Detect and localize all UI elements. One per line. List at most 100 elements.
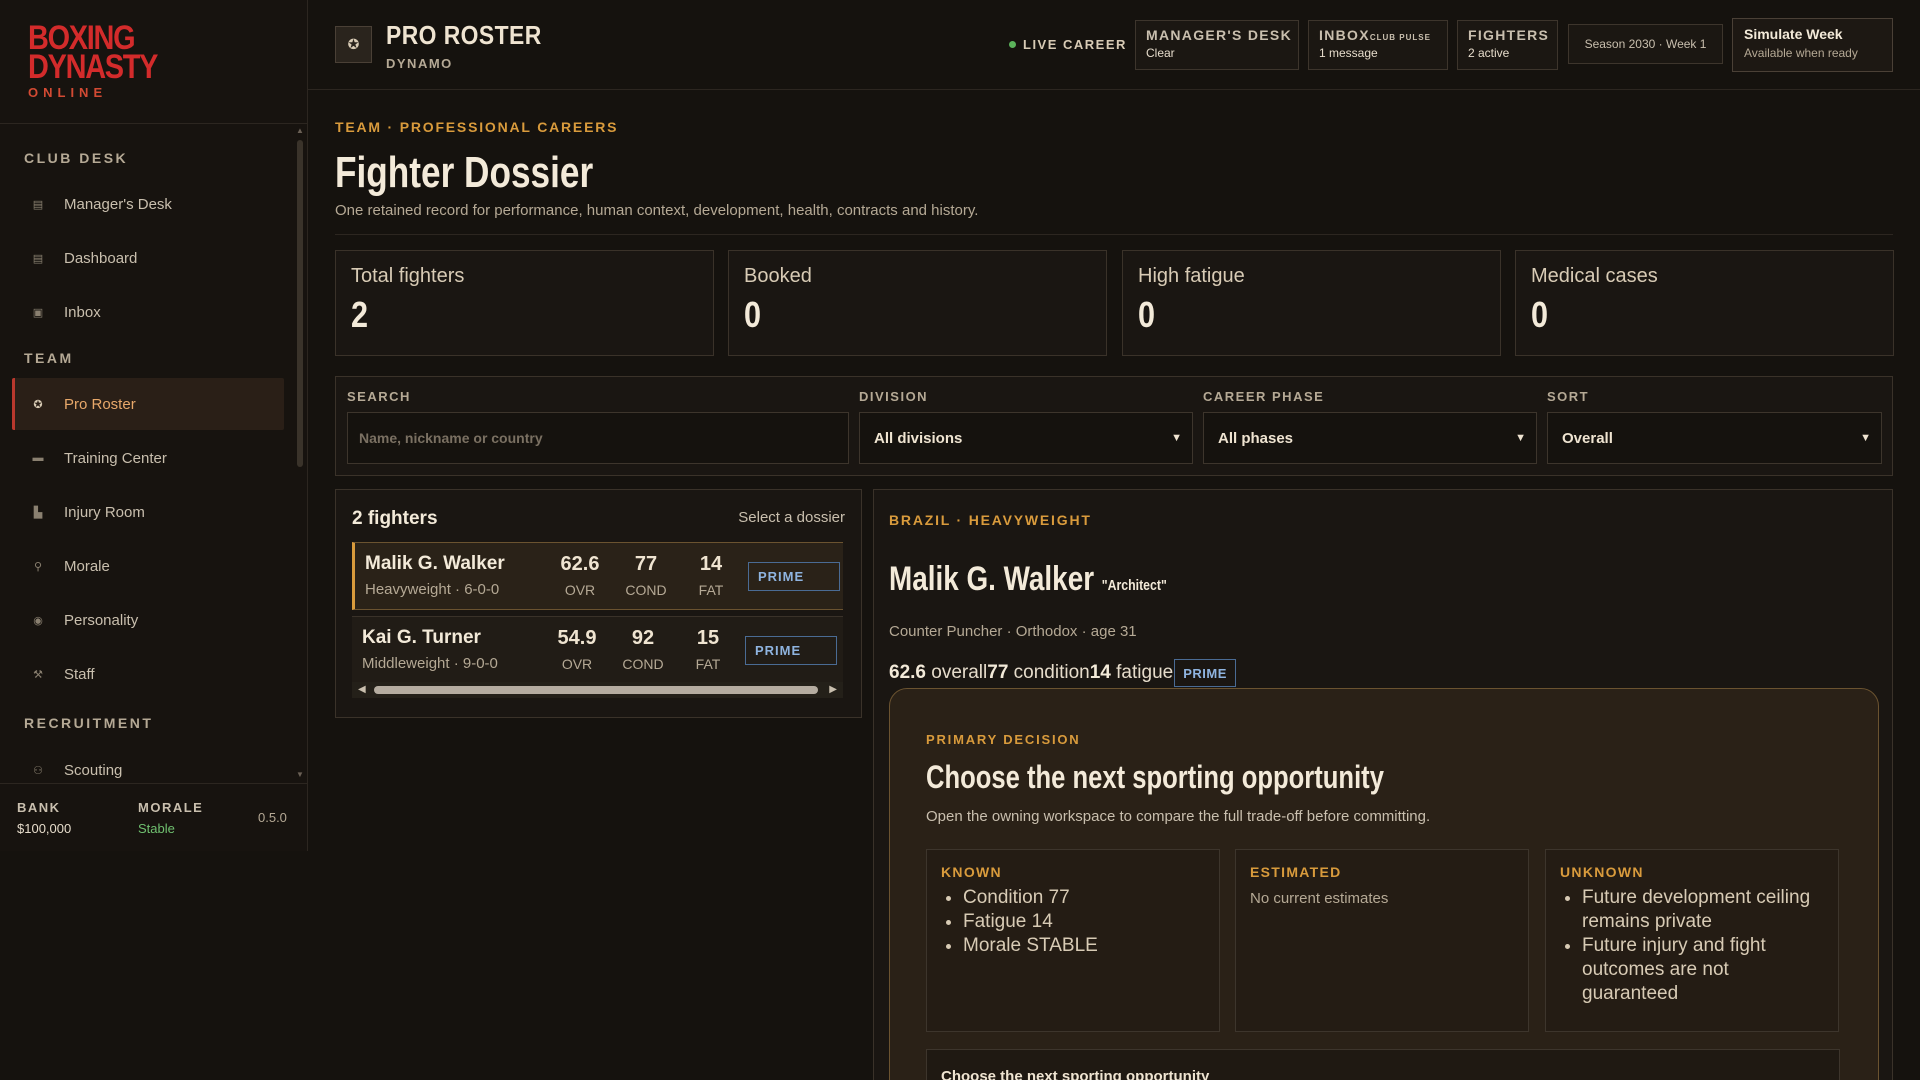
ovr-label: OVR bbox=[561, 656, 593, 672]
estimated-text: No current estimates bbox=[1250, 890, 1389, 907]
scouting-icon: ⚇ bbox=[33, 764, 43, 777]
fat-label: FAT bbox=[698, 582, 724, 598]
fatigue-label: fatigue bbox=[1116, 662, 1174, 683]
desk-icon: ▤ bbox=[32, 198, 44, 211]
sidebar-item-label: Manager's Desk bbox=[64, 195, 172, 213]
scroll-down-arrow-icon[interactable]: ▼ bbox=[296, 770, 304, 779]
list-item: Morale STABLE bbox=[963, 934, 1205, 958]
fighter-summary-stats: 62.6 overall 77 condition 14 fatigue PRI… bbox=[889, 659, 1236, 687]
season-indicator: Season 2030 · Week 1 bbox=[1568, 24, 1723, 64]
fighter-cond: 77 bbox=[634, 553, 658, 575]
sort-value: Overall bbox=[1562, 429, 1613, 447]
fighter-fat: 14 bbox=[699, 553, 723, 575]
list-item: Fatigue 14 bbox=[963, 910, 1205, 934]
known-list: Condition 77 Fatigue 14 Morale STABLE bbox=[941, 886, 1205, 958]
ovr-label: OVR bbox=[564, 582, 596, 598]
injury-icon: ▙ bbox=[33, 506, 43, 519]
dashboard-icon: ▤ bbox=[32, 252, 44, 265]
list-item: Condition 77 bbox=[963, 886, 1205, 910]
fighter-name-heading: Malik G. Walker "Architect" bbox=[889, 560, 1167, 599]
known-title: KNOWN bbox=[941, 864, 1002, 880]
roster-list-panel: 2 fighters Select a dossier Malik G. Wal… bbox=[335, 489, 862, 718]
roster-horizontal-scrollbar[interactable]: ◀ ▶ bbox=[352, 682, 843, 698]
sidebar-item-label: Scouting bbox=[64, 761, 123, 779]
fighter-row[interactable]: Kai G. Turner Middleweight · 9-0-0 54.9 … bbox=[352, 616, 843, 684]
page-eyebrow: TEAM · PROFESSIONAL CAREERS bbox=[335, 119, 619, 135]
fighter-cond: 92 bbox=[631, 627, 655, 649]
fighters-status: 2 active bbox=[1468, 46, 1510, 60]
sidebar-scrollbar[interactable] bbox=[297, 140, 303, 467]
sidebar-item-managers-desk[interactable]: ▤ Manager's Desk bbox=[12, 178, 284, 230]
chevron-down-icon: ▼ bbox=[1860, 432, 1871, 444]
estimated-card: ESTIMATED No current estimates bbox=[1235, 849, 1529, 1032]
club-name: DYNAMO bbox=[386, 56, 453, 71]
sidebar-footer: BANK $100,000 MORALE Stable 0.5.0 bbox=[0, 783, 307, 851]
page-title: Fighter Dossier bbox=[335, 148, 594, 197]
cond-label: COND bbox=[622, 656, 664, 672]
overall-label: overall bbox=[931, 662, 988, 683]
bank-value: $100,000 bbox=[17, 821, 72, 836]
brand-logo[interactable]: Boxing Dynasty ONLINE bbox=[28, 21, 180, 100]
fighters-button[interactable]: FIGHTERS 2 active bbox=[1457, 20, 1558, 70]
inbox-button[interactable]: INBOXCLUB PULSE 1 message bbox=[1308, 20, 1448, 70]
fighter-row[interactable]: Malik G. Walker Heavyweight · 6-0-0 62.6… bbox=[352, 542, 843, 610]
stat-card-total-fighters: Total fighters 2 bbox=[335, 250, 714, 356]
sort-select[interactable]: Overall ▼ bbox=[1547, 412, 1882, 464]
sidebar-item-label: Morale bbox=[64, 557, 110, 575]
sidebar-item-pro-roster[interactable]: ✪ Pro Roster bbox=[12, 378, 284, 430]
sidebar-item-injury-room[interactable]: ▙ Injury Room bbox=[12, 486, 284, 538]
fighter-country-division: BRAZIL · HEAVYWEIGHT bbox=[889, 512, 1092, 528]
fighter-nickname: "Architect" bbox=[1101, 577, 1167, 594]
inbox-title: INBOX bbox=[1319, 27, 1370, 43]
search-input[interactable]: Name, nickname or country bbox=[347, 412, 849, 464]
live-career-indicator: LIVE CAREER bbox=[1009, 37, 1127, 52]
scroll-right-arrow-icon[interactable]: ▶ bbox=[829, 684, 837, 695]
scroll-up-arrow-icon[interactable]: ▲ bbox=[296, 126, 304, 135]
simulate-week-title: Simulate Week bbox=[1744, 26, 1843, 42]
next-opportunity-action[interactable]: Choose the next sporting opportunity bbox=[926, 1049, 1840, 1080]
header-divider bbox=[335, 234, 1893, 235]
sidebar-item-staff[interactable]: ⚒ Staff bbox=[12, 648, 284, 700]
scrollbar-thumb[interactable] bbox=[374, 686, 818, 694]
fighters-title: FIGHTERS bbox=[1468, 27, 1550, 43]
sidebar-item-morale[interactable]: ⚲ Morale bbox=[12, 540, 284, 592]
stat-value: 0 bbox=[1138, 294, 1156, 335]
stat-card-booked: Booked 0 bbox=[728, 250, 1107, 356]
fighter-ovr: 54.9 bbox=[557, 627, 597, 649]
staff-icon: ⚒ bbox=[33, 668, 43, 681]
career-phase-select[interactable]: All phases ▼ bbox=[1203, 412, 1537, 464]
scroll-left-arrow-icon[interactable]: ◀ bbox=[358, 684, 366, 695]
morale-value: Stable bbox=[138, 821, 175, 836]
sidebar-item-training-center[interactable]: ▬ Training Center bbox=[12, 432, 284, 484]
live-dot-icon bbox=[1009, 41, 1016, 48]
decision-title: Choose the next sporting opportunity bbox=[926, 759, 1384, 795]
sidebar-item-scouting[interactable]: ⚇ Scouting bbox=[12, 744, 284, 782]
training-icon: ▬ bbox=[32, 452, 44, 464]
career-phase-label: CAREER PHASE bbox=[1203, 389, 1325, 404]
division-select[interactable]: All divisions ▼ bbox=[859, 412, 1193, 464]
stat-label: High fatigue bbox=[1138, 265, 1245, 287]
sidebar-item-label: Dashboard bbox=[64, 249, 138, 267]
roster-count: 2 fighters bbox=[352, 508, 438, 529]
sidebar-item-label: Pro Roster bbox=[64, 395, 136, 413]
managers-desk-button[interactable]: MANAGER'S DESK Clear bbox=[1135, 20, 1299, 70]
sidebar-item-inbox[interactable]: ▣ Inbox bbox=[12, 286, 284, 338]
unknown-list: Future development ceiling remains priva… bbox=[1560, 886, 1824, 1006]
search-label: SEARCH bbox=[347, 389, 411, 404]
fighter-fat: 15 bbox=[696, 627, 720, 649]
fat-label: FAT bbox=[695, 656, 721, 672]
simulate-week-button[interactable]: Simulate Week Available when ready bbox=[1732, 18, 1893, 72]
chevron-down-icon: ▼ bbox=[1515, 432, 1526, 444]
career-phase-value: All phases bbox=[1218, 429, 1294, 447]
fighter-ovr: 62.6 bbox=[560, 553, 600, 575]
sidebar-item-personality[interactable]: ◉ Personality bbox=[12, 594, 284, 646]
fighter-name: Malik G. Walker bbox=[889, 560, 1095, 598]
sidebar-item-dashboard[interactable]: ▤ Dashboard bbox=[12, 232, 284, 284]
unknown-card: UNKNOWN Future development ceiling remai… bbox=[1545, 849, 1839, 1032]
inbox-status: 1 message bbox=[1319, 46, 1378, 60]
estimated-title: ESTIMATED bbox=[1250, 864, 1342, 880]
sidebar-item-label: Training Center bbox=[64, 449, 167, 467]
sidebar-nav: CLUB DESK ▤ Manager's Desk ▤ Dashboard ▣… bbox=[0, 124, 307, 782]
division-label: DIVISION bbox=[859, 389, 929, 404]
fighter-meta: Middleweight · 9-0-0 bbox=[362, 655, 498, 672]
